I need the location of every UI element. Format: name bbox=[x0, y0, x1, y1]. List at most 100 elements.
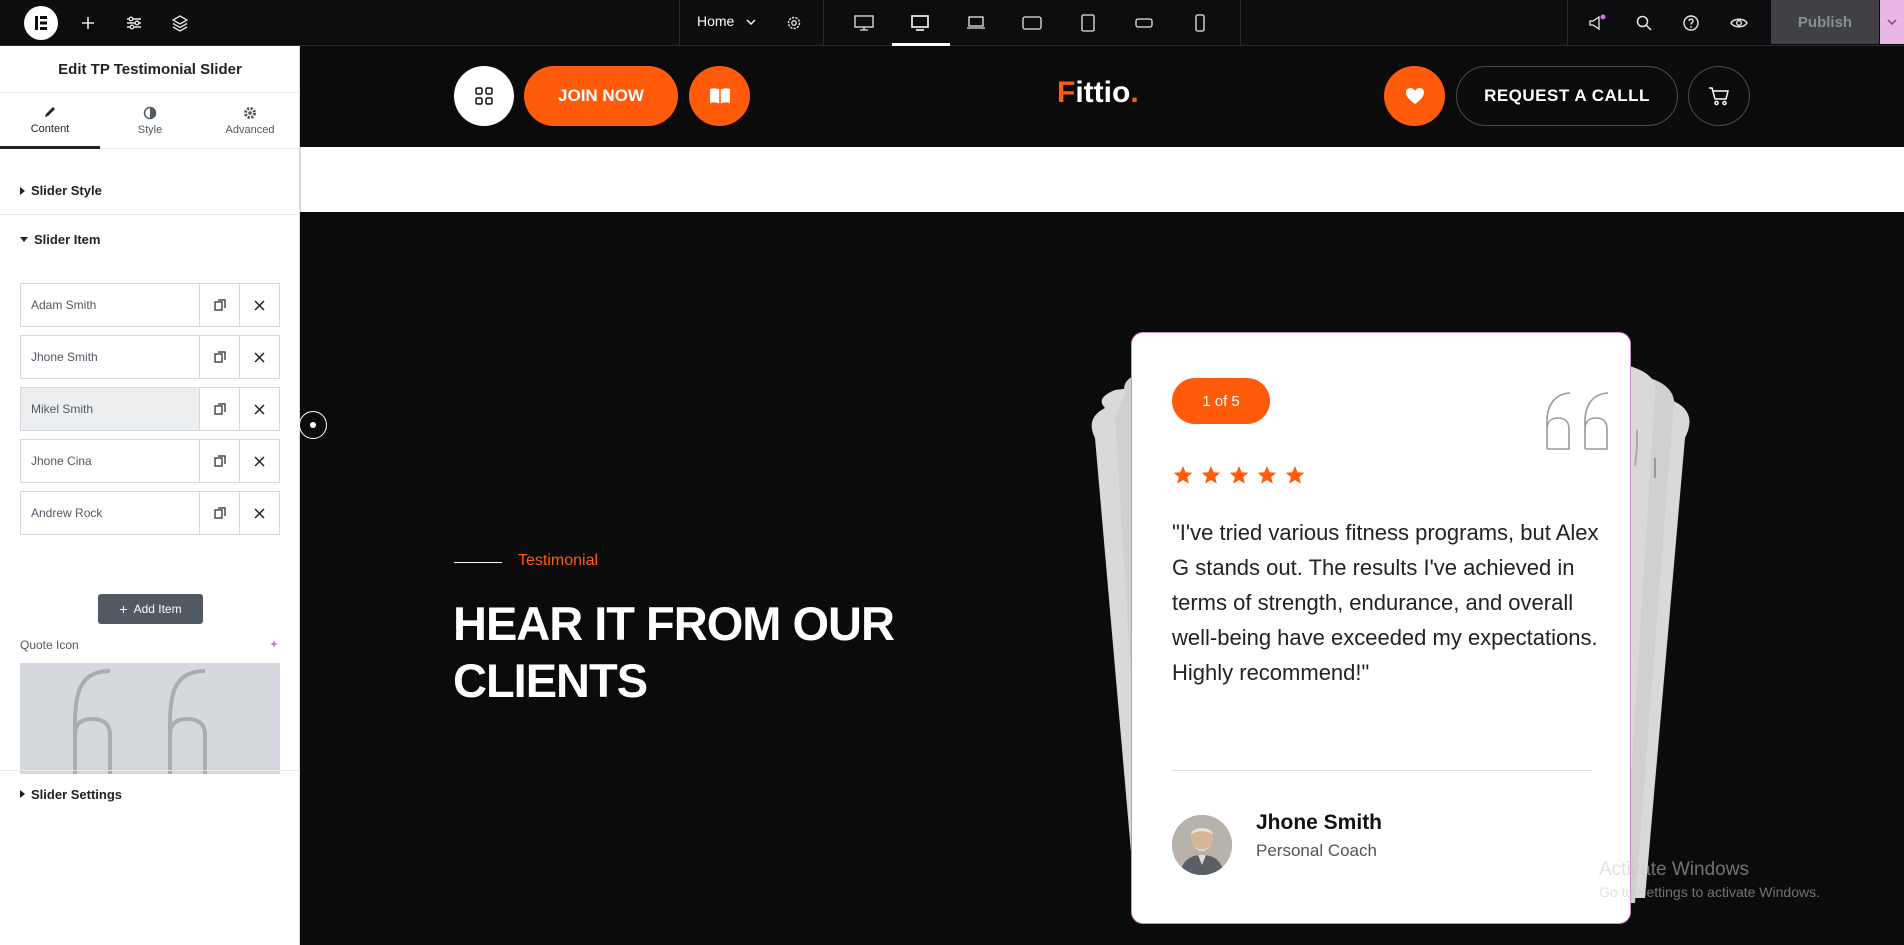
tablet-portrait-device-icon[interactable] bbox=[1074, 9, 1102, 37]
star-icon bbox=[1173, 466, 1193, 484]
pencil-icon bbox=[45, 106, 55, 117]
brand-first-letter: F bbox=[1057, 76, 1076, 109]
publish-options-button[interactable] bbox=[1880, 0, 1904, 44]
page-settings-gear-icon[interactable] bbox=[780, 9, 808, 37]
section-eyebrow: Testimonial bbox=[518, 552, 599, 569]
section-heading: HEAR IT FROM OUR CLIENTS bbox=[453, 597, 895, 707]
tablet-landscape-device-icon[interactable] bbox=[906, 9, 934, 37]
repeater-item-label: Jhone Smith bbox=[31, 350, 98, 364]
site-logo[interactable]: Fittio. bbox=[1057, 76, 1139, 110]
repeater-item[interactable]: Andrew Rock bbox=[20, 491, 280, 535]
preview-eye-icon[interactable] bbox=[1725, 9, 1753, 37]
editor-topbar: Home Publish bbox=[0, 0, 1904, 46]
caret-down-icon bbox=[20, 236, 28, 242]
remove-icon[interactable] bbox=[239, 440, 279, 482]
publish-button[interactable]: Publish bbox=[1771, 0, 1879, 44]
chevron-down-icon bbox=[1887, 19, 1897, 26]
book-icon bbox=[709, 88, 730, 104]
separator bbox=[679, 0, 680, 46]
cart-button[interactable] bbox=[1688, 66, 1750, 126]
ai-sparkle-icon[interactable] bbox=[268, 638, 280, 656]
remove-icon[interactable] bbox=[239, 492, 279, 534]
tab-content[interactable]: Content bbox=[0, 93, 100, 149]
quote-icon-preview[interactable] bbox=[20, 663, 280, 774]
star-icon bbox=[1201, 466, 1221, 484]
repeater-item[interactable]: Adam Smith bbox=[20, 283, 280, 327]
gear-icon bbox=[244, 107, 256, 119]
spacer-section bbox=[300, 147, 1904, 212]
separator bbox=[1240, 0, 1241, 46]
repeater-item[interactable]: Mikel Smith bbox=[20, 387, 280, 431]
add-element-icon[interactable] bbox=[74, 9, 102, 37]
grid-icon bbox=[475, 87, 493, 105]
search-icon[interactable] bbox=[1630, 9, 1658, 37]
add-item-label: Add Item bbox=[133, 602, 182, 616]
laptop-device-icon[interactable] bbox=[962, 9, 990, 37]
section-slider-style[interactable]: Slider Style bbox=[0, 167, 300, 215]
duplicate-icon[interactable] bbox=[199, 284, 239, 326]
duplicate-icon[interactable] bbox=[199, 388, 239, 430]
request-call-button[interactable]: REQUEST A CALLL bbox=[1456, 66, 1678, 126]
separator bbox=[823, 0, 824, 46]
divider bbox=[1172, 770, 1592, 771]
remove-icon[interactable] bbox=[239, 336, 279, 378]
star-icon bbox=[1257, 466, 1277, 484]
site-settings-icon[interactable] bbox=[120, 9, 148, 37]
menu-grid-button[interactable] bbox=[454, 66, 514, 126]
author-role: Personal Coach bbox=[1256, 841, 1377, 860]
join-now-button[interactable]: JOIN NOW bbox=[524, 66, 678, 126]
repeater-item-label: Andrew Rock bbox=[31, 506, 103, 520]
elementor-logo-icon[interactable] bbox=[24, 6, 58, 40]
structure-layers-icon[interactable] bbox=[166, 9, 194, 37]
repeater-item-label: Adam Smith bbox=[31, 298, 97, 312]
separator bbox=[1567, 0, 1568, 46]
mobile-portrait-device-icon[interactable] bbox=[1186, 9, 1214, 37]
tab-style-label: Style bbox=[137, 124, 163, 136]
slide-counter-badge: 1 of 5 bbox=[1172, 378, 1270, 424]
tab-content-label: Content bbox=[30, 122, 70, 135]
help-icon[interactable] bbox=[1677, 9, 1705, 37]
repeater-item-label: Jhone Cina bbox=[31, 454, 92, 468]
page-selector[interactable]: Home bbox=[697, 13, 756, 29]
tab-style[interactable]: Style bbox=[100, 93, 200, 149]
rating-stars bbox=[1172, 465, 1306, 485]
mobile-landscape-device-icon[interactable] bbox=[1130, 9, 1158, 37]
wishlist-button[interactable] bbox=[1384, 66, 1445, 126]
tab-advanced-label: Advanced bbox=[225, 124, 275, 136]
brand-dot: . bbox=[1130, 76, 1139, 109]
section-slider-settings-label: Slider Settings bbox=[31, 787, 123, 802]
desktop-device-icon[interactable] bbox=[850, 9, 878, 37]
repeater-item[interactable]: Jhone Cina bbox=[20, 439, 280, 483]
section-handle-icon[interactable] bbox=[299, 411, 327, 439]
section-slider-item-label: Slider Item bbox=[34, 231, 101, 247]
remove-icon[interactable] bbox=[239, 284, 279, 326]
tablet-device-icon[interactable] bbox=[1018, 9, 1046, 37]
notifications-megaphone-icon[interactable] bbox=[1583, 9, 1611, 37]
duplicate-icon[interactable] bbox=[199, 492, 239, 534]
testimonial-card[interactable]: 1 of 5 "I've tried various fitness progr… bbox=[1131, 332, 1631, 924]
section-slider-style-label: Slider Style bbox=[31, 183, 102, 198]
heart-icon bbox=[1405, 88, 1424, 104]
section-slider-settings[interactable]: Slider Settings bbox=[0, 770, 300, 810]
section-slider-item[interactable]: Slider Item bbox=[0, 215, 300, 263]
quote-mark-icon bbox=[73, 669, 207, 774]
quote-icon-label: Quote Icon bbox=[20, 638, 79, 652]
chevron-down-icon bbox=[746, 13, 756, 29]
caret-right-icon bbox=[20, 186, 25, 195]
panel-title: Edit TP Testimonial Slider bbox=[0, 46, 300, 93]
remove-icon[interactable] bbox=[239, 388, 279, 430]
repeater-item[interactable]: Jhone Smith bbox=[20, 335, 280, 379]
page-name: Home bbox=[697, 13, 735, 29]
duplicate-icon[interactable] bbox=[199, 336, 239, 378]
quote-mark-icon bbox=[1546, 392, 1609, 450]
duplicate-icon[interactable] bbox=[199, 440, 239, 482]
brand-name: ittio bbox=[1075, 76, 1131, 109]
star-icon bbox=[1229, 466, 1249, 484]
repeater-item-label: Mikel Smith bbox=[31, 402, 94, 416]
author-avatar bbox=[1172, 815, 1232, 875]
add-item-button[interactable]: + Add Item bbox=[98, 594, 203, 624]
tab-advanced[interactable]: Advanced bbox=[200, 93, 300, 149]
panel-tabs: Content Style Advanced bbox=[0, 93, 300, 149]
testimonial-text: "I've tried various fitness programs, bu… bbox=[1172, 520, 1599, 685]
book-button[interactable] bbox=[689, 66, 750, 126]
